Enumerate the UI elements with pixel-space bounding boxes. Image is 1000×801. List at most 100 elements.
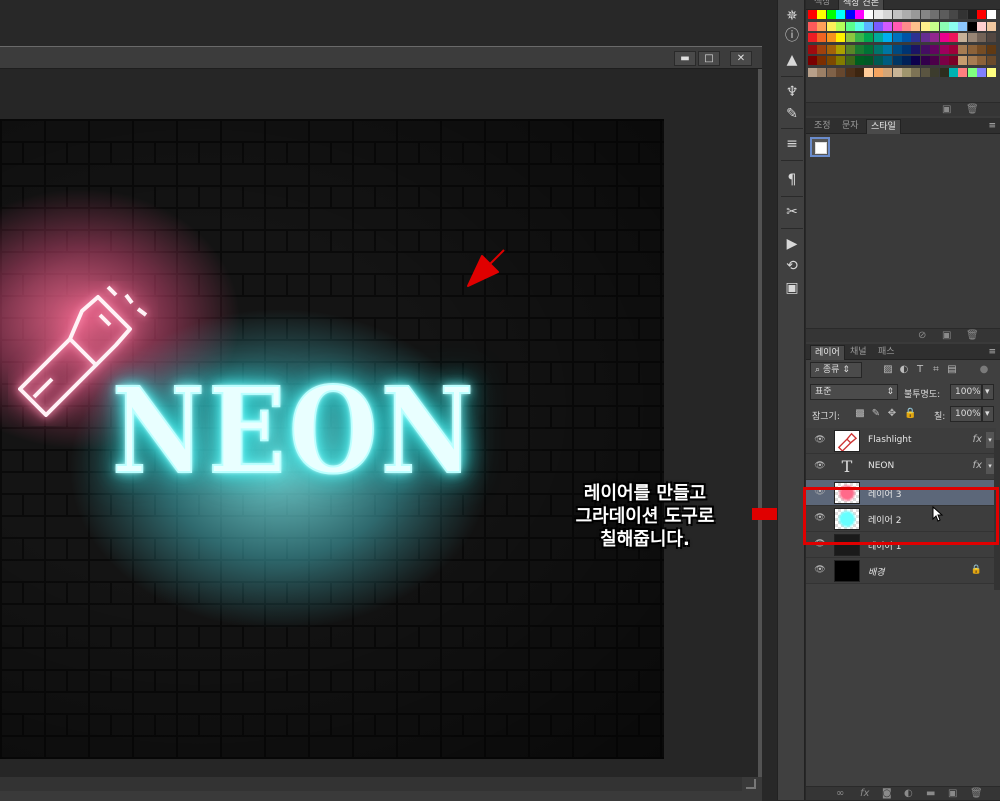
brush-icon[interactable]: ✎ — [782, 104, 802, 124]
swatch[interactable] — [817, 44, 827, 54]
swatch[interactable] — [930, 56, 940, 65]
layers-panel-menu-icon[interactable]: ≡ — [988, 347, 996, 357]
swatch[interactable] — [949, 33, 958, 42]
visibility-eye-icon[interactable]: 👁 — [814, 460, 826, 472]
swatch[interactable] — [845, 33, 855, 42]
swatch[interactable] — [986, 44, 996, 54]
swatch[interactable] — [836, 10, 846, 19]
tab-channels[interactable]: 채널 — [846, 345, 871, 360]
swatch[interactable] — [939, 10, 949, 19]
swatch[interactable] — [920, 44, 930, 54]
swatch[interactable] — [845, 10, 855, 19]
link-layers-icon[interactable]: ∞ — [836, 788, 844, 799]
swatch[interactable] — [817, 67, 827, 77]
swatch[interactable] — [883, 44, 893, 54]
swatch[interactable] — [967, 44, 977, 54]
swatch[interactable] — [892, 33, 902, 42]
swatch[interactable] — [902, 44, 911, 54]
panel-menu-icon[interactable]: ≡ — [988, 121, 996, 131]
add-layer-style-icon[interactable]: fx — [860, 788, 869, 799]
swatch[interactable] — [873, 67, 883, 77]
tab-styles[interactable]: 스타일 — [866, 119, 901, 134]
swatch[interactable] — [920, 10, 930, 19]
swatch[interactable] — [873, 21, 883, 31]
close-button[interactable]: ✕ — [730, 51, 752, 66]
swatch[interactable] — [911, 56, 921, 65]
layer-row-flashlight[interactable]: 👁 Flashlight fx ▾ — [806, 428, 996, 454]
color-icon[interactable]: ✵ — [782, 6, 802, 26]
swatch[interactable] — [949, 10, 958, 19]
add-mask-icon[interactable]: ◙ — [882, 788, 892, 799]
layer-filter-select[interactable]: ⌕ 종류 ⇕ — [810, 362, 862, 378]
minimize-button[interactable]: ▬ — [674, 51, 696, 66]
swatch[interactable] — [855, 10, 864, 19]
swatch[interactable] — [808, 10, 817, 19]
lock-all-icon[interactable]: 🔒 — [904, 407, 916, 421]
swatch[interactable] — [986, 10, 996, 19]
swatch[interactable] — [883, 21, 893, 31]
filter-smart-object-icon[interactable]: ▤ — [946, 363, 958, 377]
filter-toggle-icon[interactable]: ● — [978, 363, 990, 377]
swatch[interactable] — [986, 67, 996, 77]
tab-character[interactable]: 문자 — [838, 119, 863, 134]
document-viewport[interactable]: NEON — [0, 69, 758, 777]
brush-presets-icon[interactable]: ♆ — [782, 82, 802, 102]
swatch[interactable] — [873, 33, 883, 42]
swatch[interactable] — [855, 33, 864, 42]
swatch[interactable] — [864, 56, 874, 65]
swatch[interactable] — [939, 33, 949, 42]
layer-effects-icon[interactable]: fx — [973, 434, 982, 445]
swatch[interactable] — [930, 10, 940, 19]
filter-shape-icon[interactable]: ⌗ — [930, 363, 942, 377]
swatch[interactable] — [864, 44, 874, 54]
swatch[interactable] — [864, 67, 874, 77]
swatch[interactable] — [855, 67, 864, 77]
swatch[interactable] — [977, 21, 987, 31]
swatch[interactable] — [939, 21, 949, 31]
swatch[interactable] — [967, 21, 977, 31]
window-resize-handle[interactable] — [746, 779, 756, 789]
swatch[interactable] — [911, 44, 921, 54]
info-icon[interactable]: ⓘ — [782, 26, 802, 46]
histogram-icon[interactable]: ▲ — [782, 50, 802, 70]
swatch[interactable] — [883, 33, 893, 42]
new-swatch-icon[interactable]: ▣ — [942, 104, 951, 115]
tab-color[interactable]: 색상 — [810, 0, 835, 10]
delete-style-icon[interactable]: 🗑 — [966, 330, 979, 341]
layer-row-neon[interactable]: 👁 T NEON fx ▾ — [806, 454, 996, 480]
paragraph-styles-icon[interactable]: ≡ — [782, 134, 802, 154]
swatch[interactable] — [977, 10, 987, 19]
new-layer-icon[interactable]: ▣ — [948, 788, 957, 799]
new-group-icon[interactable]: ▬ — [926, 788, 935, 799]
swatch[interactable] — [902, 21, 911, 31]
swatch[interactable] — [808, 67, 817, 77]
swatch[interactable] — [826, 44, 836, 54]
swatch[interactable] — [949, 44, 958, 54]
swatch[interactable] — [949, 67, 958, 77]
opacity-input[interactable]: 100% — [950, 384, 982, 400]
swatch[interactable] — [958, 10, 968, 19]
swatch[interactable] — [817, 33, 827, 42]
visibility-eye-icon[interactable]: 👁 — [814, 564, 826, 576]
new-adjustment-layer-icon[interactable]: ◐ — [904, 788, 913, 799]
swatch[interactable] — [949, 56, 958, 65]
swatch[interactable] — [808, 33, 817, 42]
tab-paths[interactable]: 패스 — [874, 345, 899, 360]
tab-adjustments[interactable]: 조정 — [810, 119, 835, 134]
swatch[interactable] — [939, 44, 949, 54]
history-icon[interactable]: ⟲ — [782, 256, 802, 276]
style-preset-default[interactable] — [810, 137, 830, 157]
swatch[interactable] — [864, 33, 874, 42]
swatch[interactable] — [836, 67, 846, 77]
swatch[interactable] — [817, 21, 827, 31]
clear-style-icon[interactable]: ⊘ — [918, 330, 926, 341]
swatch[interactable] — [930, 44, 940, 54]
swatch[interactable] — [845, 67, 855, 77]
swatch[interactable] — [836, 44, 846, 54]
layer-comps-icon[interactable]: ▣ — [782, 278, 802, 298]
swatch[interactable] — [958, 56, 968, 65]
fill-dropdown-icon[interactable]: ▾ — [982, 406, 994, 422]
swatch[interactable] — [892, 56, 902, 65]
swatch[interactable] — [883, 10, 893, 19]
tool-presets-icon[interactable]: ✂ — [782, 202, 802, 222]
